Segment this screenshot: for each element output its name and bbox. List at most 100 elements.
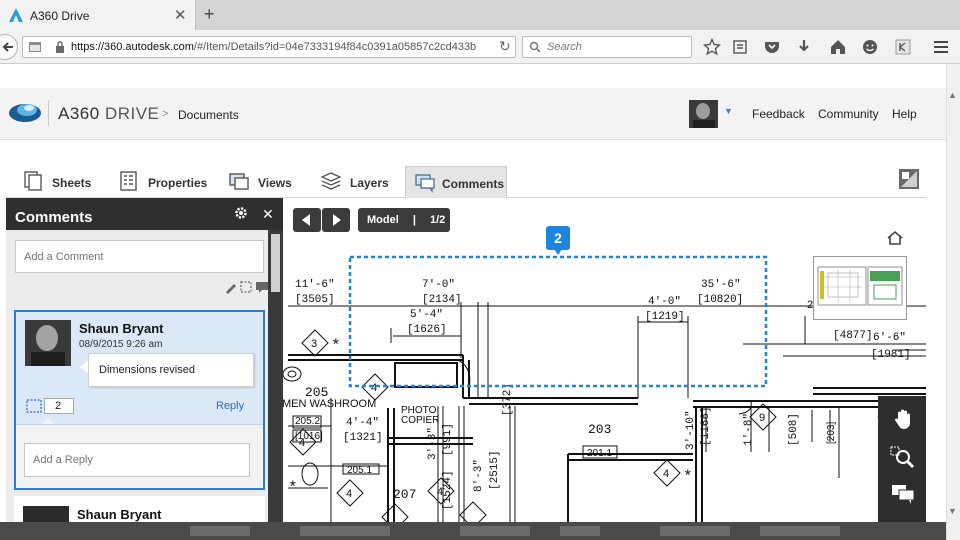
markup-tools	[226, 281, 268, 294]
dim-label: [2515]	[489, 450, 501, 490]
pencil-icon[interactable]	[226, 284, 236, 294]
taskbar-item[interactable]	[660, 526, 730, 536]
emoji-icon[interactable]	[861, 38, 879, 56]
reply-link[interactable]: Reply	[216, 400, 244, 412]
close-tab-icon[interactable]: ✕	[174, 6, 187, 24]
lock-icon	[56, 41, 64, 53]
floor-plan-drawing[interactable]: 11'-6" [3505] 7'-0" [2134] 5'-4" [1626] …	[283, 198, 926, 522]
browser-search-box[interactable]: Search	[522, 36, 692, 58]
model-separator: |	[412, 214, 416, 226]
url-text[interactable]: https://360.autodesk.com/#/Item/Details?…	[71, 41, 501, 53]
reply-notch	[42, 418, 54, 424]
reading-list-icon[interactable]	[731, 38, 749, 56]
site-identity-icon[interactable]	[29, 42, 41, 52]
minimap-thumbnail	[817, 266, 903, 306]
model-selector[interactable]: Model | 1/2	[358, 208, 450, 232]
extension-icon[interactable]	[894, 38, 912, 56]
comment-author-avatar-2	[23, 506, 69, 522]
next-sheet-button[interactable]	[322, 208, 350, 232]
taskbar-item[interactable]	[460, 526, 530, 536]
dim-label: [1626]	[407, 324, 447, 336]
fit-to-window-icon[interactable]	[898, 168, 920, 190]
comments-panel: Comments ✕ Shaun Bryant 08/9/2015 9:26 a…	[6, 198, 283, 522]
back-button[interactable]	[0, 34, 18, 60]
tab-layers[interactable]: Layers	[320, 166, 396, 198]
new-tab-button[interactable]: +	[204, 4, 215, 25]
pocket-icon[interactable]	[763, 38, 781, 56]
download-icon[interactable]	[795, 38, 813, 56]
close-panel-icon[interactable]: ✕	[262, 206, 274, 223]
dim-label: 6'-6"	[873, 332, 906, 344]
dim-label: 7'-0"	[422, 279, 455, 291]
comments-scroll-thumb[interactable]	[271, 234, 280, 292]
taskbar-item[interactable]	[560, 526, 600, 536]
comment-bubble: Dimensions revised	[88, 353, 254, 387]
zoom-window-icon[interactable]	[890, 444, 916, 470]
dim-label: [3505]	[295, 294, 335, 306]
search-icon	[529, 41, 541, 53]
markup-rect-icon[interactable]	[240, 281, 252, 293]
tab-views[interactable]: Views	[228, 166, 298, 198]
system-taskbar	[0, 522, 946, 540]
tag-number: 3	[311, 338, 317, 350]
gear-icon[interactable]	[234, 206, 248, 220]
comment-author-2: Shaun Bryant	[77, 507, 162, 522]
markup-icon[interactable]	[26, 399, 42, 413]
help-link[interactable]: Help	[892, 107, 917, 121]
a360-logo-icon[interactable]	[8, 98, 44, 126]
comment-card-2[interactable]: Shaun Bryant	[14, 496, 265, 522]
page-scrollbar[interactable]	[946, 64, 960, 540]
drawing-canvas[interactable]: 11'-6" [3505] 7'-0" [2134] 5'-4" [1626] …	[283, 198, 926, 522]
menu-icon[interactable]	[932, 38, 950, 56]
comments-scrollbar[interactable]	[268, 230, 283, 522]
tag-number: 9	[759, 412, 765, 424]
dim-label: [1321]	[343, 432, 383, 444]
taskbar-item[interactable]	[190, 526, 250, 536]
tab-sheets[interactable]: Sheets	[22, 166, 98, 198]
add-comment-input[interactable]	[15, 240, 264, 273]
room-label: 203	[588, 422, 611, 437]
pan-hand-icon[interactable]	[890, 406, 916, 432]
dim-label: 4'-4"	[346, 417, 379, 429]
breadcrumb-documents[interactable]: Documents	[178, 108, 239, 122]
tab-properties[interactable]: Properties	[118, 166, 210, 198]
tag-number: 4	[371, 382, 377, 394]
scroll-up-icon[interactable]: ▲	[948, 90, 957, 100]
taskbar-item[interactable]	[300, 526, 390, 536]
dim-label: 3'-3"	[427, 427, 439, 460]
tab-comments[interactable]: Comments	[405, 166, 507, 198]
comment-markup-rect[interactable]	[348, 255, 768, 388]
chevron-right-icon	[333, 214, 341, 226]
view-home-icon[interactable]	[886, 230, 904, 246]
dim-label: [1219]	[645, 311, 685, 323]
sheet-navigator	[293, 208, 350, 232]
browser-tab[interactable]: A360 Drive ✕	[0, 0, 196, 30]
comment-text: Dimensions revised	[99, 364, 195, 376]
user-menu-caret-icon[interactable]: ▼	[724, 106, 733, 116]
user-avatar[interactable]	[689, 100, 718, 128]
brand-name[interactable]: A360 DRIVE	[58, 104, 159, 124]
taskbar-item[interactable]	[760, 526, 840, 536]
speech-bubble-icon[interactable]	[256, 282, 268, 293]
dim-label: [508]	[788, 413, 800, 446]
dim-label: 5'-4"	[410, 309, 443, 321]
prev-sheet-button[interactable]	[293, 208, 321, 232]
home-icon[interactable]	[829, 38, 847, 56]
reload-icon[interactable]: ↻	[499, 38, 511, 55]
comment-marker[interactable]: 2	[546, 226, 570, 250]
tab-views-label: Views	[258, 176, 292, 190]
bookmark-star-icon[interactable]	[703, 38, 721, 56]
comment-card[interactable]: Shaun Bryant 08/9/2015 9:26 am Dimension…	[14, 310, 265, 490]
address-bar[interactable]: https://360.autodesk.com/#/Item/Details?…	[22, 36, 516, 58]
comments-toggle-icon[interactable]	[890, 480, 916, 506]
scroll-down-icon[interactable]: ▼	[948, 506, 957, 516]
search-placeholder: Search	[547, 41, 582, 53]
add-reply-input[interactable]	[24, 443, 250, 477]
comment-date: 08/9/2015 9:26 am	[79, 339, 163, 350]
autodesk-logo-icon	[9, 8, 23, 22]
feedback-link[interactable]: Feedback	[752, 107, 805, 121]
tab-comments-label: Comments	[442, 177, 505, 191]
comments-list: Shaun Bryant 08/9/2015 9:26 am Dimension…	[6, 230, 268, 522]
community-link[interactable]: Community	[818, 107, 879, 121]
sheet-minimap[interactable]	[813, 256, 907, 320]
